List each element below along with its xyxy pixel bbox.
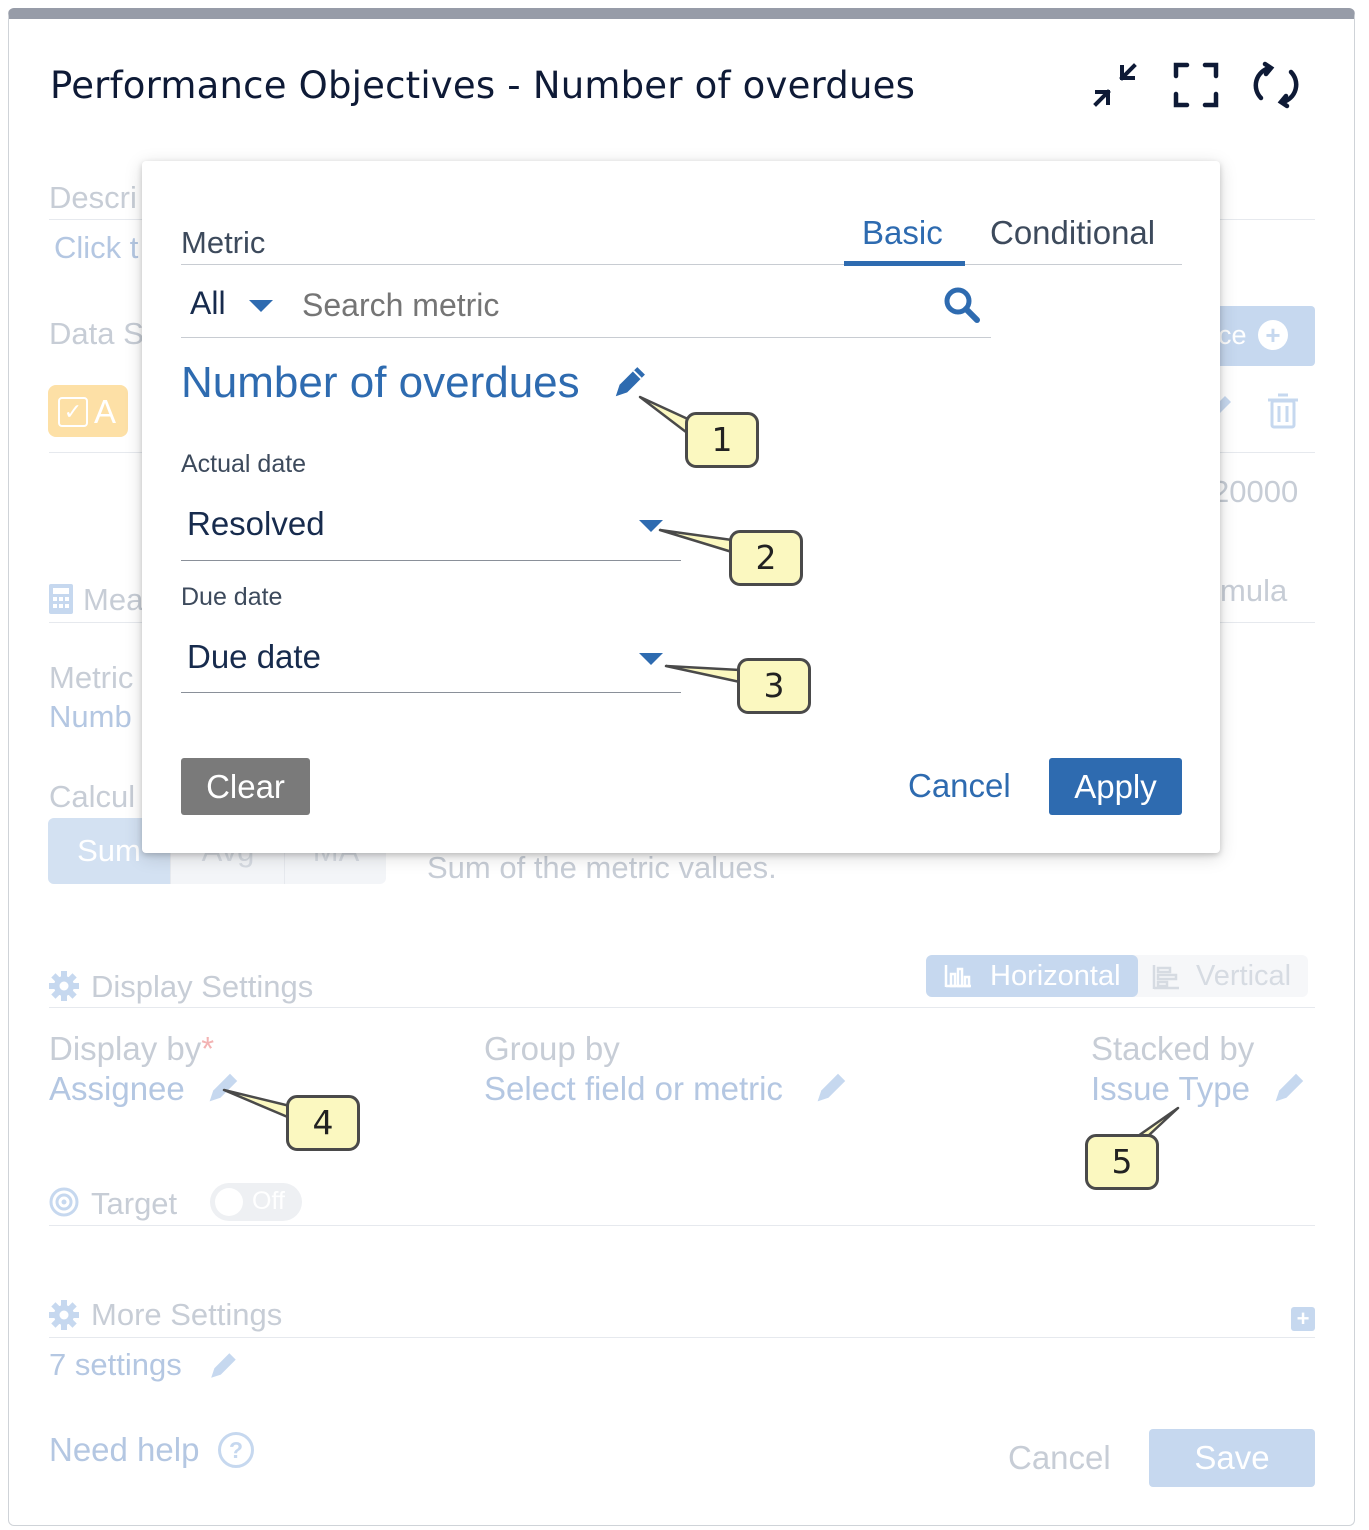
callout-4: 4 bbox=[286, 1095, 360, 1151]
callout-3: 3 bbox=[737, 658, 811, 714]
callout-1: 1 bbox=[685, 412, 759, 468]
callout-2: 2 bbox=[729, 530, 803, 586]
callout-5: 5 bbox=[1085, 1134, 1159, 1190]
callout-pointers bbox=[222, 395, 1180, 1138]
